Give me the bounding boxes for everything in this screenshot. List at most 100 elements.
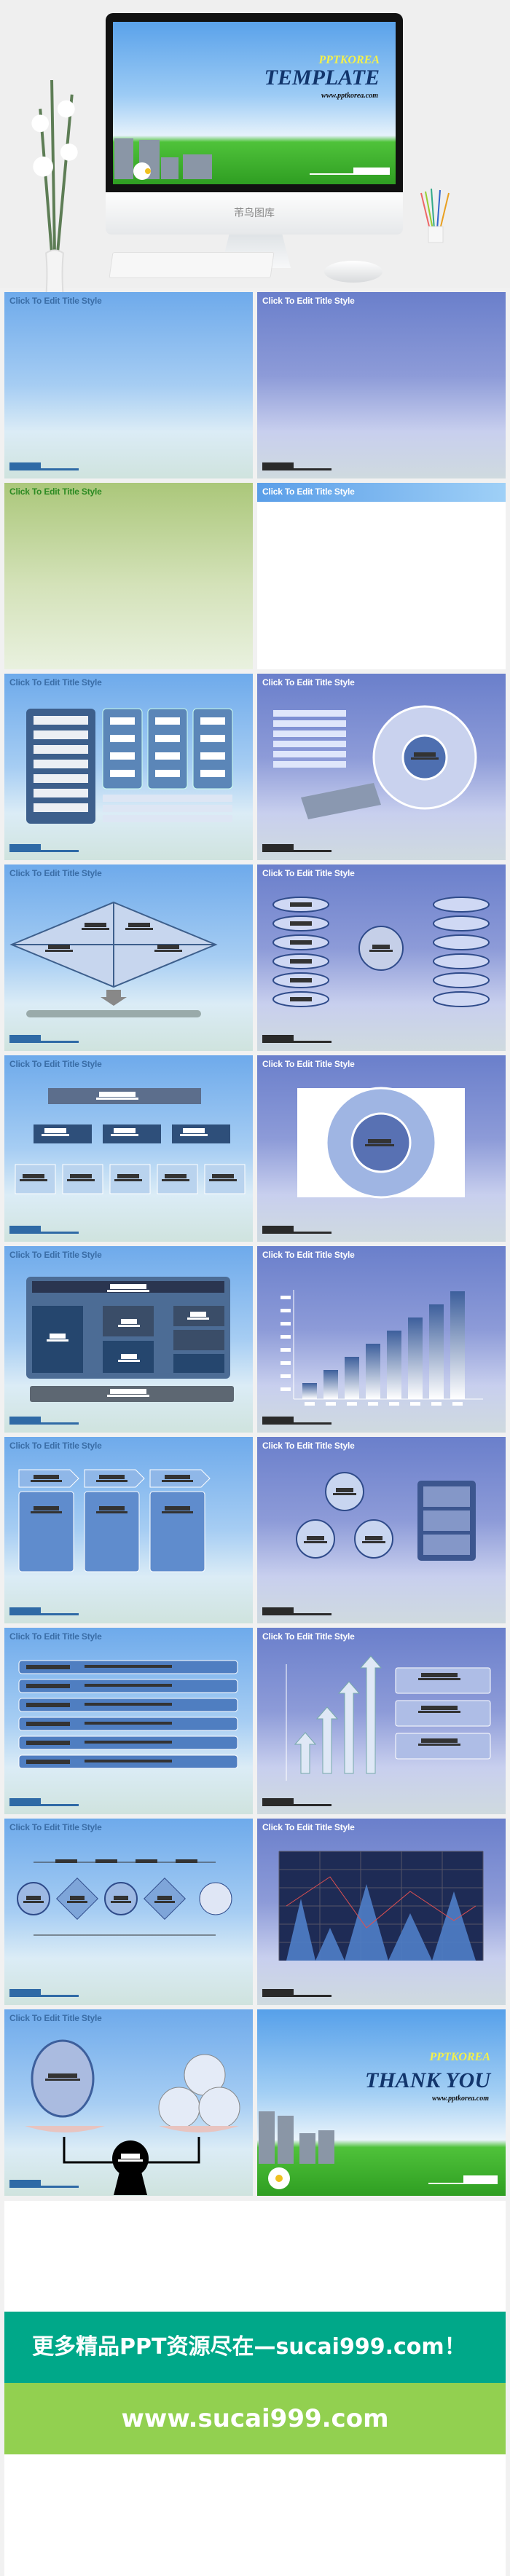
list-bar <box>34 789 88 797</box>
bar-label <box>452 1402 463 1406</box>
slide-thumbnail-15[interactable]: Click To Edit Title Style <box>4 1628 253 1814</box>
text-placeholder <box>336 1488 353 1492</box>
footer-bar <box>9 1035 79 1043</box>
bar <box>302 1383 317 1399</box>
footer-bar <box>262 844 332 852</box>
text-placeholder <box>70 1174 92 1178</box>
axis-label <box>280 1348 291 1352</box>
scale-ball <box>158 2087 200 2129</box>
slide-thumbnail-10[interactable]: Click To Edit Title Style <box>257 1055 506 1242</box>
flow-node <box>199 1882 232 1915</box>
text-placeholder <box>154 950 182 952</box>
footer-bar <box>262 1226 332 1234</box>
text-placeholder <box>190 1312 206 1317</box>
text-placeholder <box>67 1179 95 1181</box>
wide-bar <box>103 805 232 812</box>
bar-label <box>368 1402 378 1406</box>
text-placeholder <box>118 2159 143 2162</box>
text-placeholder <box>333 1493 356 1495</box>
text-placeholder <box>162 1511 193 1513</box>
slide-thumbnail-11[interactable]: Click To Edit Title Style <box>4 1246 253 1433</box>
footer-bar <box>262 1035 332 1043</box>
down-arrow <box>101 990 127 1006</box>
slide-title: Click To Edit Title Style <box>262 296 355 306</box>
slide-title: Click To Edit Title Style <box>9 868 102 878</box>
footer-bar <box>9 1798 79 1806</box>
footer-bar <box>9 2180 79 2188</box>
slide-thumbnail-17[interactable]: Click To Edit Title Style <box>4 1819 253 2005</box>
text-placeholder <box>67 1901 87 1903</box>
text-placeholder <box>23 1174 44 1178</box>
text-placeholder <box>82 928 109 930</box>
text-placeholder <box>368 1139 391 1143</box>
text-placeholder <box>418 1711 460 1713</box>
slide-title: Click To Edit Title Style <box>9 677 102 688</box>
site-link-banner[interactable]: www.sucai999.com <box>4 2383 506 2454</box>
text-placeholder <box>128 923 150 927</box>
slide-title: Click To Edit Title Style <box>9 2013 102 2023</box>
slide-thumbnail-7[interactable]: Click To Edit Title Style <box>4 864 253 1051</box>
text-placeholder <box>162 1480 193 1482</box>
text-placeholder <box>110 1389 146 1394</box>
slide-thumbnail-8[interactable]: Click To Edit Title Style <box>257 864 506 1051</box>
text-placeholder <box>34 1475 59 1479</box>
text-placeholder <box>107 1290 149 1292</box>
list-bar <box>273 751 346 757</box>
slide-thumbnail-20[interactable]: PPTKOREA THANK YOU www.pptkorea.com <box>257 2009 506 2196</box>
text-placeholder <box>121 1354 137 1359</box>
axis-label <box>280 1387 291 1391</box>
text-placeholder <box>183 1128 205 1133</box>
bar-label <box>389 1402 399 1406</box>
wide-bar <box>103 815 232 822</box>
slide-thumbnail-19[interactable]: Click To Edit Title Style <box>4 2009 253 2196</box>
slide-diagram-org <box>15 1088 246 1194</box>
slide-thumbnail-3[interactable]: Click To Edit Title Style <box>4 483 253 669</box>
flow-label <box>95 1859 117 1863</box>
footer-bar <box>9 1226 79 1234</box>
text-placeholder <box>212 1174 234 1178</box>
city-skyline-image <box>114 138 390 180</box>
slide-title: Click To Edit Title Style <box>9 296 102 306</box>
slide-diagram-blank <box>257 483 506 669</box>
footer-bar <box>9 1417 79 1425</box>
text-placeholder <box>421 1706 458 1710</box>
bar <box>387 1331 401 1399</box>
label-box <box>395 1667 491 1694</box>
text-placeholder <box>187 1317 209 1320</box>
slide-thumbnail-16[interactable]: Click To Edit Title Style <box>257 1628 506 1814</box>
up-arrow <box>294 1732 317 1774</box>
list-bar <box>34 730 88 739</box>
slide-thumbnail-13[interactable]: Click To Edit Title Style <box>4 1437 253 1623</box>
slide-thumbnail-4[interactable]: Click To Edit Title Style <box>257 483 506 669</box>
slide-thumbnail-6[interactable]: Click To Edit Title Style <box>257 674 506 860</box>
flow-label <box>176 1859 197 1863</box>
text-placeholder <box>365 1536 382 1540</box>
slide-diagram-bars <box>280 1290 483 1406</box>
text-placeholder <box>114 1179 142 1181</box>
slide-title: Click To Edit Title Style <box>9 1250 102 1260</box>
slide-thumbnail-9[interactable]: Click To Edit Title Style <box>4 1055 253 1242</box>
footer-bar <box>262 1989 332 1997</box>
slide-thumbnail-2[interactable]: Click To Edit Title Style <box>257 292 506 478</box>
slide-thumbnail-14[interactable]: Click To Edit Title Style <box>257 1437 506 1623</box>
slide-thumbnail-12[interactable]: Click To Edit Title Style <box>257 1246 506 1433</box>
promo-banner[interactable]: 更多精品PPT资源尽在—sucai999.com！ <box>4 2312 506 2383</box>
text-placeholder <box>45 2079 80 2081</box>
slide-title: Click To Edit Title Style <box>9 1822 102 1832</box>
text-placeholder <box>31 1511 62 1513</box>
text-placeholder <box>50 1334 66 1339</box>
slide-thumbnail-1[interactable]: Click To Edit Title Style <box>4 292 253 478</box>
text-placeholder <box>48 945 70 949</box>
text-placeholder <box>114 1896 128 1900</box>
list-bar <box>34 745 88 754</box>
flow-label <box>136 1859 157 1863</box>
slide-title: Click To Edit Title Style <box>262 1250 355 1260</box>
slide-diagram-flow <box>17 1859 232 1936</box>
text-placeholder <box>180 1134 208 1136</box>
slide-title: Click To Edit Title Style <box>9 487 102 497</box>
slide-thumbnail-18[interactable]: Click To Edit Title Style <box>257 1819 506 2005</box>
slide-diagram-rows <box>18 1660 238 1769</box>
thanks-heading: THANK YOU <box>365 2068 491 2092</box>
text-placeholder <box>111 1901 131 1903</box>
slide-thumbnail-5[interactable]: Click To Edit Title Style <box>4 674 253 860</box>
